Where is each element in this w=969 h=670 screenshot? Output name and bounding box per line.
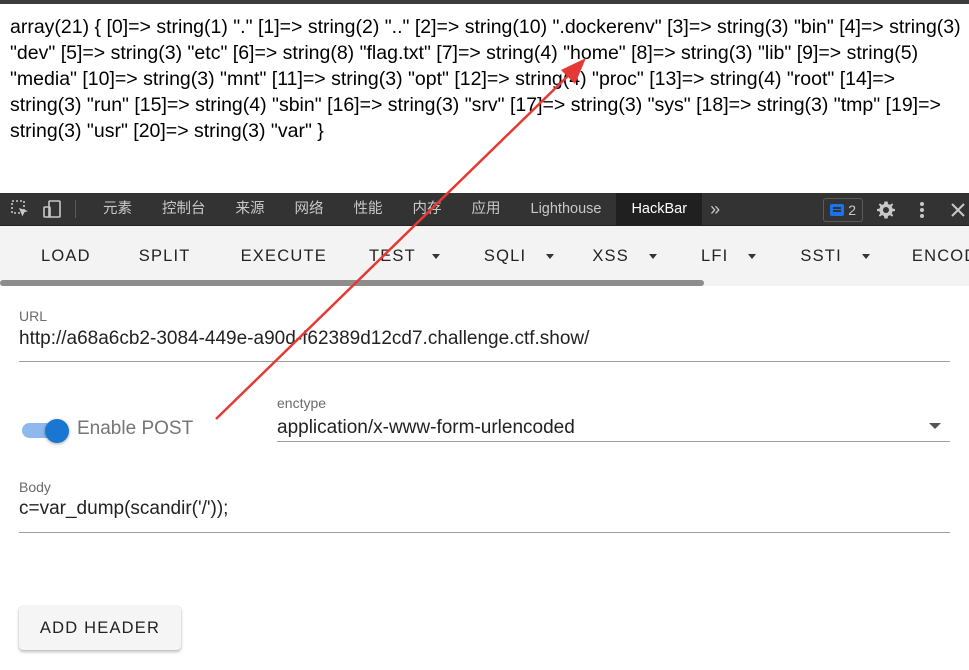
- ssti-menu-label: SSTI: [800, 247, 842, 265]
- tab-memory[interactable]: 内存: [398, 193, 457, 226]
- toggle-knob: [45, 419, 69, 443]
- xss-menu-label: XSS: [592, 247, 629, 265]
- chevron-down-icon: [648, 253, 657, 259]
- test-menu-button[interactable]: TEST: [347, 226, 460, 286]
- lfi-menu-label: LFI: [700, 247, 729, 265]
- chevron-down-icon: [748, 253, 757, 259]
- browser-top-strip: [0, 0, 969, 4]
- sqli-menu-label: SQLI: [483, 247, 527, 265]
- tab-network[interactable]: 网络: [280, 193, 339, 226]
- tab-console[interactable]: 控制台: [147, 193, 221, 226]
- tab-lighthouse[interactable]: Lighthouse: [516, 193, 617, 226]
- enable-post-label: Enable POST: [77, 418, 194, 439]
- devtools-right-controls: 2: [823, 193, 969, 226]
- split-button[interactable]: SPLIT: [111, 226, 211, 286]
- sqli-menu-button[interactable]: SQLI: [464, 226, 574, 286]
- toolbar-separator: [75, 200, 76, 218]
- page-output-text: array(21) { [0]=> string(1) "." [1]=> st…: [10, 16, 961, 142]
- kebab-menu-icon[interactable]: [911, 199, 933, 221]
- load-button[interactable]: LOAD: [0, 226, 111, 286]
- chevron-down-icon: [546, 253, 555, 259]
- more-tabs-button[interactable]: »: [702, 199, 728, 220]
- chevron-down-icon: [431, 253, 440, 259]
- issues-badge[interactable]: 2: [823, 197, 863, 222]
- body-label: Body: [19, 479, 51, 495]
- encoding-menu-button[interactable]: ENCODI: [890, 226, 969, 286]
- message-icon: [830, 203, 845, 216]
- gear-icon[interactable]: [875, 199, 897, 221]
- enctype-select[interactable]: application/x-www-form-urlencoded: [277, 417, 575, 439]
- lfi-menu-button[interactable]: LFI: [677, 226, 776, 286]
- tab-hackbar[interactable]: HackBar: [616, 192, 703, 226]
- test-menu-label: TEST: [368, 247, 416, 265]
- tab-application[interactable]: 应用: [457, 193, 516, 226]
- tab-sources[interactable]: 来源: [221, 193, 280, 226]
- tab-performance[interactable]: 性能: [339, 193, 398, 226]
- url-input[interactable]: http://a68a6cb2-3084-449e-a90d-f62389d12…: [19, 328, 589, 350]
- body-textarea[interactable]: c=var_dump(scandir('/'));: [19, 498, 228, 520]
- url-label: URL: [19, 308, 48, 324]
- inspect-icon[interactable]: [9, 198, 31, 220]
- enctype-label: enctype: [277, 395, 327, 411]
- close-icon[interactable]: [947, 199, 969, 221]
- url-underline: [19, 361, 950, 362]
- toolbar-scrollbar[interactable]: [0, 280, 704, 286]
- enctype-underline: [277, 441, 950, 442]
- add-header-button[interactable]: ADD HEADER: [19, 606, 181, 650]
- devtools-tab-bar: 元素 控制台 来源 网络 性能 内存 应用 Lighthouse HackBar…: [0, 192, 969, 226]
- device-toolbar-icon[interactable]: [41, 198, 63, 220]
- hackbar-toolbar: LOAD SPLIT EXECUTE TEST SQLI XSS LFI SST…: [0, 226, 969, 286]
- issues-count: 2: [848, 201, 856, 218]
- tab-elements[interactable]: 元素: [88, 193, 147, 226]
- enable-post-toggle[interactable]: [22, 419, 69, 443]
- body-underline: [19, 532, 950, 533]
- execute-button[interactable]: EXECUTE: [211, 226, 347, 286]
- ssti-menu-button[interactable]: SSTI: [776, 226, 889, 286]
- chevron-down-icon: [861, 253, 870, 259]
- xss-menu-button[interactable]: XSS: [574, 226, 677, 286]
- chevron-down-icon[interactable]: [929, 423, 941, 429]
